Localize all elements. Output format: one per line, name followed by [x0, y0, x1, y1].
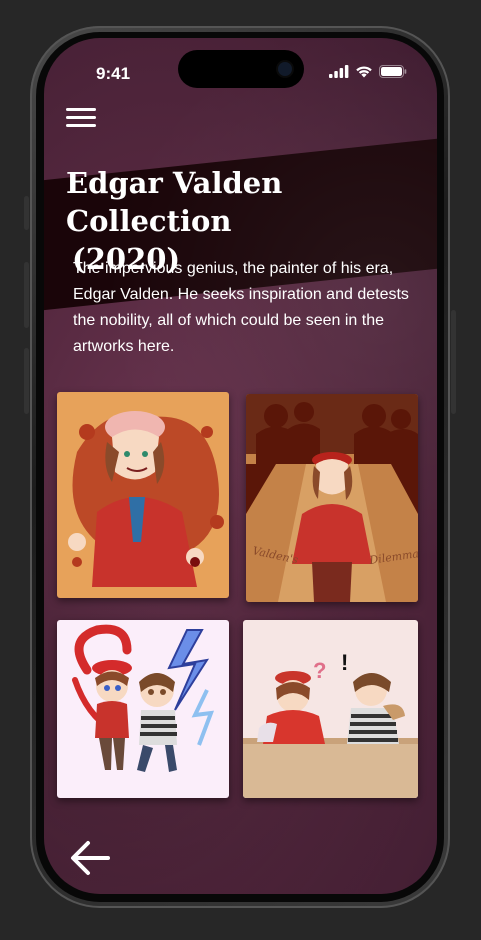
collection-description: The impervious genius, the painter of hi…	[73, 260, 409, 355]
status-time: 9:41	[96, 64, 131, 83]
action-button	[24, 196, 29, 230]
artwork-card-1[interactable]	[57, 392, 229, 598]
dynamic-island	[178, 50, 304, 88]
volume-down-button	[24, 348, 29, 414]
arrow-left-icon	[71, 841, 110, 875]
status-icons	[329, 65, 407, 78]
svg-text:?: ?	[313, 658, 326, 683]
artwork-image-3	[57, 620, 229, 798]
title-line-1: Edgar Valden Collection	[66, 166, 283, 238]
svg-text:!: !	[341, 650, 348, 675]
volume-up-button	[24, 262, 29, 328]
wifi-icon	[356, 66, 372, 78]
camera-icon	[278, 62, 292, 76]
artwork-image-2: Valden's Dilemma	[246, 394, 418, 602]
artwork-card-3[interactable]	[57, 620, 229, 798]
artwork-card-4[interactable]: ? !	[243, 620, 418, 798]
back-button[interactable]	[68, 836, 112, 880]
artwork-image-1	[57, 392, 229, 598]
status-bar: 9:41	[44, 38, 437, 102]
hamburger-menu-icon[interactable]	[66, 108, 98, 132]
app-screen: 9:41 Edgar Valden Collection (2020) The …	[44, 38, 437, 894]
cellular-signal-icon	[329, 65, 349, 78]
battery-icon	[379, 65, 407, 78]
power-button	[451, 310, 456, 414]
artwork-card-2[interactable]: Valden's Dilemma	[246, 394, 418, 602]
artwork-image-4: ? !	[243, 620, 418, 798]
